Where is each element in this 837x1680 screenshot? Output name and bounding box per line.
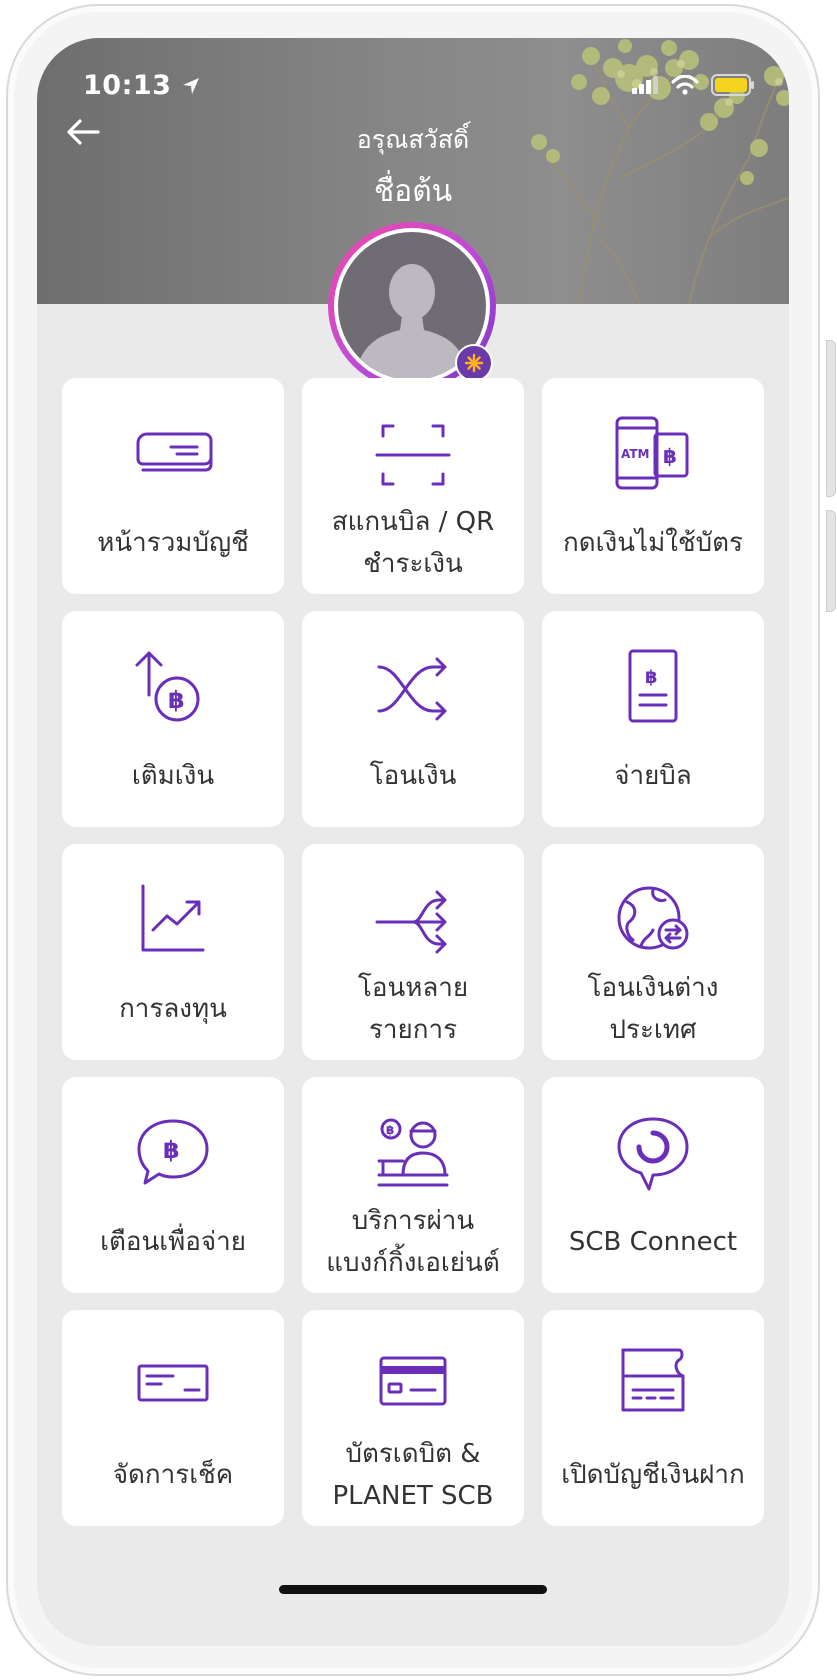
menu-label: โอนเงินต่าง ประเทศ bbox=[587, 973, 719, 1045]
top-up-icon: ฿ bbox=[135, 651, 200, 722]
menu-debit-card[interactable]: บัตรเดบิต & PLANET SCB bbox=[302, 1310, 524, 1526]
menu-multi-transfer[interactable]: โอนหลาย รายการ bbox=[302, 844, 524, 1060]
menu-scan-qr[interactable]: สแกนบิล / QR ชำระเงิน bbox=[302, 378, 524, 594]
cheque-icon bbox=[137, 1364, 209, 1402]
svg-text:฿: ฿ bbox=[663, 444, 677, 468]
signal-icon bbox=[632, 76, 658, 94]
menu-label: เตือนเพื่อจ่าย bbox=[100, 1227, 246, 1257]
menu-label: บริการผ่าน แบงก์กิ้งเอเย่นต์ bbox=[326, 1206, 500, 1278]
menu-cheque[interactable]: จัดการเช็ค bbox=[62, 1310, 284, 1526]
menu-label: บัตรเดบิต & PLANET SCB bbox=[332, 1439, 494, 1511]
user-name: ชื่อต้น bbox=[373, 174, 453, 209]
menu-open-account[interactable]: เปิดบัญชีเงินฝาก bbox=[542, 1310, 764, 1526]
home-indicator[interactable] bbox=[279, 1585, 547, 1594]
battery-icon bbox=[711, 74, 754, 96]
greeting-text: อรุณสวัสดิ์ bbox=[356, 125, 470, 154]
menu-scb-connect[interactable]: SCB Connect bbox=[542, 1077, 764, 1293]
menu-label: เปิดบัญชีเงินฝาก bbox=[561, 1460, 745, 1490]
request-to-pay-icon: ฿ bbox=[137, 1119, 209, 1185]
menu-label: หน้ารวมบัญชี bbox=[97, 528, 249, 558]
cardless-atm-icon: ATM ฿ bbox=[615, 416, 689, 490]
investment-icon bbox=[141, 884, 205, 952]
international-transfer-icon bbox=[617, 886, 689, 950]
status-time: 10:13 bbox=[83, 70, 201, 101]
svg-text:ATM: ATM bbox=[621, 447, 649, 461]
pay-bill-icon: ฿ bbox=[628, 649, 678, 723]
menu-label: จ่ายบิล bbox=[614, 761, 692, 791]
svg-text:฿: ฿ bbox=[168, 686, 185, 714]
menu-investment[interactable]: การลงทุน bbox=[62, 844, 284, 1060]
menu-banking-agent[interactable]: ฿ บริการผ่าน แบงก์กิ้งเอเย่นต์ bbox=[302, 1077, 524, 1293]
menu-label: โอนเงิน bbox=[369, 761, 457, 791]
menu-label: สแกนบิล / QR ชำระเงิน bbox=[331, 507, 495, 579]
menu-request-to-pay[interactable]: ฿ เตือนเพื่อจ่าย bbox=[62, 1077, 284, 1293]
menu-international-transfer[interactable]: โอนเงินต่าง ประเทศ bbox=[542, 844, 764, 1060]
svg-text:฿: ฿ bbox=[386, 1123, 394, 1137]
menu-label: กดเงินไม่ใช้บัตร bbox=[563, 528, 743, 558]
sparkle-icon bbox=[464, 353, 484, 373]
debit-card-icon bbox=[379, 1356, 447, 1406]
side-button bbox=[826, 510, 836, 612]
menu-cardless-atm[interactable]: ATM ฿ กดเงินไม่ใช้บัตร bbox=[542, 378, 764, 594]
menu-label: SCB Connect bbox=[568, 1227, 738, 1257]
menu-label: จัดการเช็ค bbox=[112, 1460, 234, 1490]
svg-text:฿: ฿ bbox=[163, 1136, 180, 1164]
menu-transfer[interactable]: โอนเงิน bbox=[302, 611, 524, 827]
transfer-icon bbox=[377, 657, 447, 721]
wifi-icon bbox=[671, 75, 699, 95]
screen: 10:13 อรุณสวัสดิ์ ชื่อต้น หน้ารวมบัญชี ส… bbox=[37, 38, 789, 1646]
account-summary-icon bbox=[136, 432, 213, 472]
svg-text:฿: ฿ bbox=[645, 667, 658, 688]
avatar-badge bbox=[455, 344, 493, 382]
menu-grid: หน้ารวมบัญชี สแกนบิล / QR ชำระเงิน ATM ฿… bbox=[62, 378, 764, 1526]
menu-top-up[interactable]: ฿ เติมเงิน bbox=[62, 611, 284, 827]
menu-label: โอนหลาย รายการ bbox=[357, 973, 469, 1045]
menu-account-summary[interactable]: หน้ารวมบัญชี bbox=[62, 378, 284, 594]
menu-label: เติมเงิน bbox=[131, 761, 215, 791]
multi-transfer-icon bbox=[375, 890, 447, 954]
menu-label: การลงทุน bbox=[119, 994, 227, 1024]
side-button bbox=[826, 340, 836, 497]
open-account-icon bbox=[621, 1348, 685, 1412]
status-icons bbox=[631, 74, 755, 96]
scan-qr-icon bbox=[375, 424, 451, 486]
location-arrow-icon bbox=[183, 78, 200, 94]
banking-agent-icon: ฿ bbox=[377, 1118, 449, 1187]
scb-connect-icon bbox=[617, 1117, 689, 1191]
menu-pay-bill[interactable]: ฿ จ่ายบิล bbox=[542, 611, 764, 827]
